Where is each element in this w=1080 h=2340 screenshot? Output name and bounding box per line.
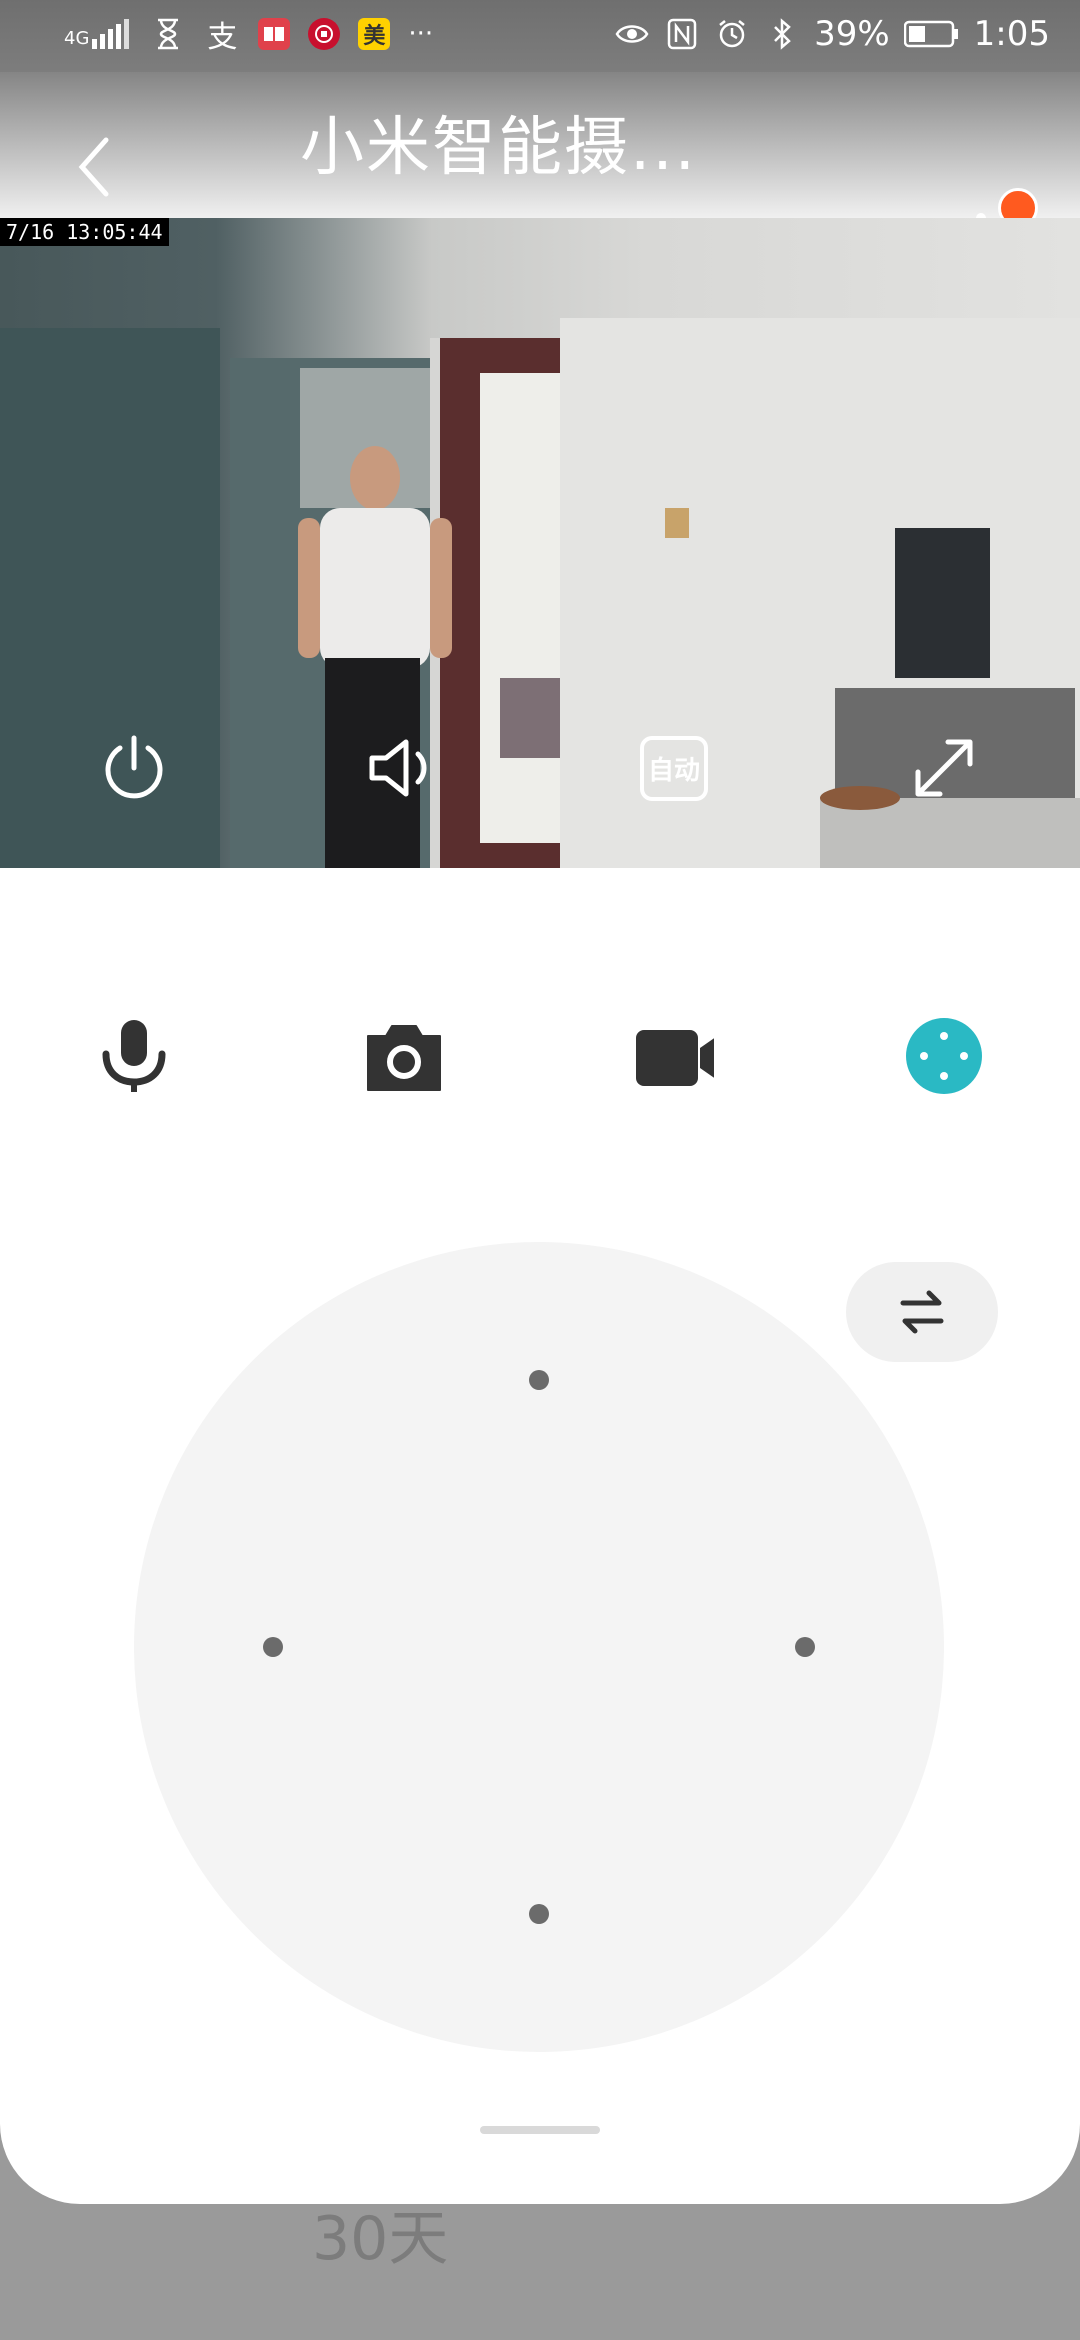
signal-icon: 4G <box>64 19 132 49</box>
clock: 1:05 <box>973 14 1050 54</box>
fullscreen-icon <box>915 739 973 797</box>
sheet-drag-handle[interactable] <box>480 2126 600 2134</box>
status-bar: 4G 支 美 ··· 39% 1:05 <box>0 0 1080 72</box>
page-title: 小米智能摄... <box>300 111 698 185</box>
ptz-joystick[interactable] <box>134 1242 944 2052</box>
nfc-icon <box>664 16 700 52</box>
bank-app-icon <box>308 18 341 50</box>
speaker-button[interactable] <box>364 728 444 808</box>
meituan-icon: 美 <box>358 18 391 50</box>
joystick-up-dot[interactable] <box>529 1370 549 1390</box>
battery-icon <box>903 16 960 52</box>
status-left: 4G 支 美 ··· <box>64 16 434 55</box>
video-timestamp: 7/16 13:05:44 <box>0 218 169 246</box>
book-app-icon <box>258 18 291 50</box>
microphone-icon <box>102 1020 166 1092</box>
record-button[interactable] <box>634 1016 714 1096</box>
status-right: 39% 1:05 <box>614 14 1050 54</box>
auto-quality-label: 自动 <box>639 735 708 801</box>
back-button[interactable] <box>70 132 120 202</box>
storage-days-label: 30天 <box>312 2204 449 2274</box>
app-header: 小米智能摄... <box>0 72 1080 261</box>
speaker-icon <box>369 739 427 797</box>
swap-arrows-icon <box>900 1290 944 1334</box>
power-icon <box>105 735 163 799</box>
control-panel <box>0 868 1080 2204</box>
microphone-button[interactable] <box>94 1016 174 1096</box>
auto-quality-button[interactable]: 自动 <box>634 728 714 808</box>
switch-control-button[interactable] <box>846 1262 998 1362</box>
alarm-icon <box>714 16 750 52</box>
hourglass-icon <box>150 16 186 52</box>
camera-live-view[interactable]: 7/16 13:05:44 自动 <box>0 218 1080 868</box>
direction-pad-icon <box>906 1018 982 1094</box>
bluetooth-icon <box>764 16 800 52</box>
direction-pad-toggle[interactable] <box>904 1016 984 1096</box>
camera-icon <box>367 1025 441 1091</box>
chevron-left-icon <box>78 137 109 197</box>
fullscreen-button[interactable] <box>904 728 984 808</box>
eye-icon <box>614 16 650 52</box>
battery-percent: 39% <box>814 14 890 54</box>
more-notifications: ··· <box>408 19 434 49</box>
network-type: 4G <box>64 28 90 49</box>
joystick-left-dot[interactable] <box>263 1637 283 1657</box>
power-button[interactable] <box>94 728 174 808</box>
joystick-down-dot[interactable] <box>529 1904 549 1924</box>
alipay-icon: 支 <box>207 20 238 55</box>
video-record-icon <box>636 1030 714 1086</box>
screenshot-button[interactable] <box>364 1016 444 1096</box>
joystick-right-dot[interactable] <box>795 1637 815 1657</box>
